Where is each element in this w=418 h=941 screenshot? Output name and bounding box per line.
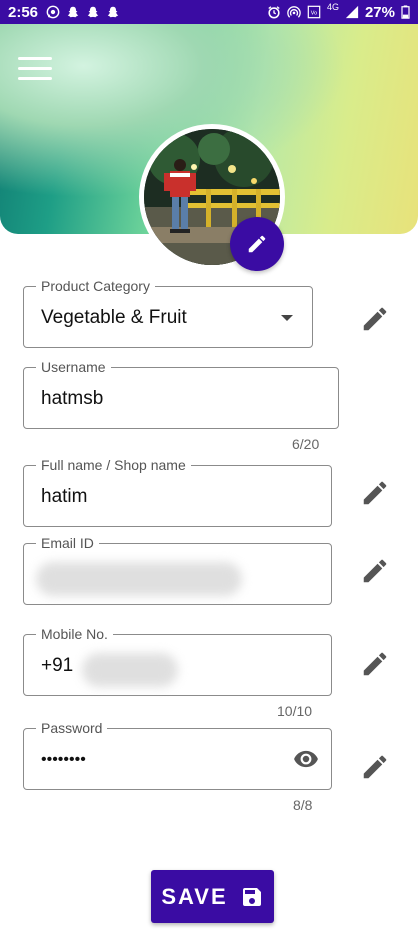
hotspot-icon <box>287 6 301 18</box>
mobile-field[interactable]: Mobile No. +91 <box>23 626 332 696</box>
dropdown-arrow-icon[interactable] <box>280 314 294 322</box>
network-type: 4G <box>326 2 339 12</box>
status-right: Vo 4G 27% <box>267 2 410 21</box>
snapchat-icon <box>87 6 99 18</box>
save-label: SAVE <box>161 883 228 909</box>
full-name-value: hatim <box>41 486 88 507</box>
status-bar: 2:56 Vo 4G 27% <box>0 0 418 24</box>
status-time: 2:56 <box>8 3 39 21</box>
pencil-icon <box>248 235 266 253</box>
menu-icon[interactable] <box>18 57 54 83</box>
alarm-icon <box>268 6 280 19</box>
mobile-label: Mobile No. <box>36 626 113 642</box>
mobile-value: +91 <box>41 655 74 676</box>
battery-percent: 27% <box>364 3 395 21</box>
edit-product-category-icon[interactable] <box>360 304 390 334</box>
product-category-select[interactable]: Product Category Vegetable & Fruit <box>23 278 313 348</box>
whatsapp-icon <box>46 5 60 19</box>
edit-mobile-icon[interactable] <box>360 649 390 679</box>
snapchat-icon <box>67 6 79 18</box>
email-label: Email ID <box>36 535 99 551</box>
floppy-disk-icon <box>242 887 261 906</box>
edit-email-icon[interactable] <box>360 556 390 586</box>
battery-icon <box>401 5 410 19</box>
username-label: Username <box>36 359 111 375</box>
username-counter: 6/20 <box>292 436 320 452</box>
save-button[interactable]: SAVE <box>151 870 274 923</box>
volte-icon: Vo <box>307 5 321 19</box>
username-field[interactable]: Username hatmsb <box>23 359 339 429</box>
full-name-label: Full name / Shop name <box>36 457 191 473</box>
snapchat-icon <box>107 6 119 18</box>
password-field[interactable]: Password •••••••• <box>23 720 332 790</box>
signal-icon <box>345 5 359 19</box>
svg-text:Vo: Vo <box>311 11 317 17</box>
full-name-field[interactable]: Full name / Shop name hatim <box>23 457 332 527</box>
avatar-edit-button[interactable] <box>230 217 284 271</box>
email-redaction <box>36 562 242 596</box>
product-category-label: Product Category <box>36 278 155 294</box>
mobile-counter: 10/10 <box>277 703 313 719</box>
username-value: hatmsb <box>41 388 104 409</box>
email-field[interactable]: Email ID <box>23 535 332 605</box>
edit-password-icon[interactable] <box>360 752 390 782</box>
eye-icon[interactable] <box>293 746 319 772</box>
password-value: •••••••• <box>41 751 86 768</box>
edit-full-name-icon[interactable] <box>360 478 390 508</box>
mobile-redaction <box>82 653 178 687</box>
status-left: 2:56 <box>8 4 120 21</box>
password-label: Password <box>36 720 108 736</box>
product-category-value: Vegetable & Fruit <box>41 307 187 328</box>
password-counter: 8/8 <box>293 797 313 813</box>
